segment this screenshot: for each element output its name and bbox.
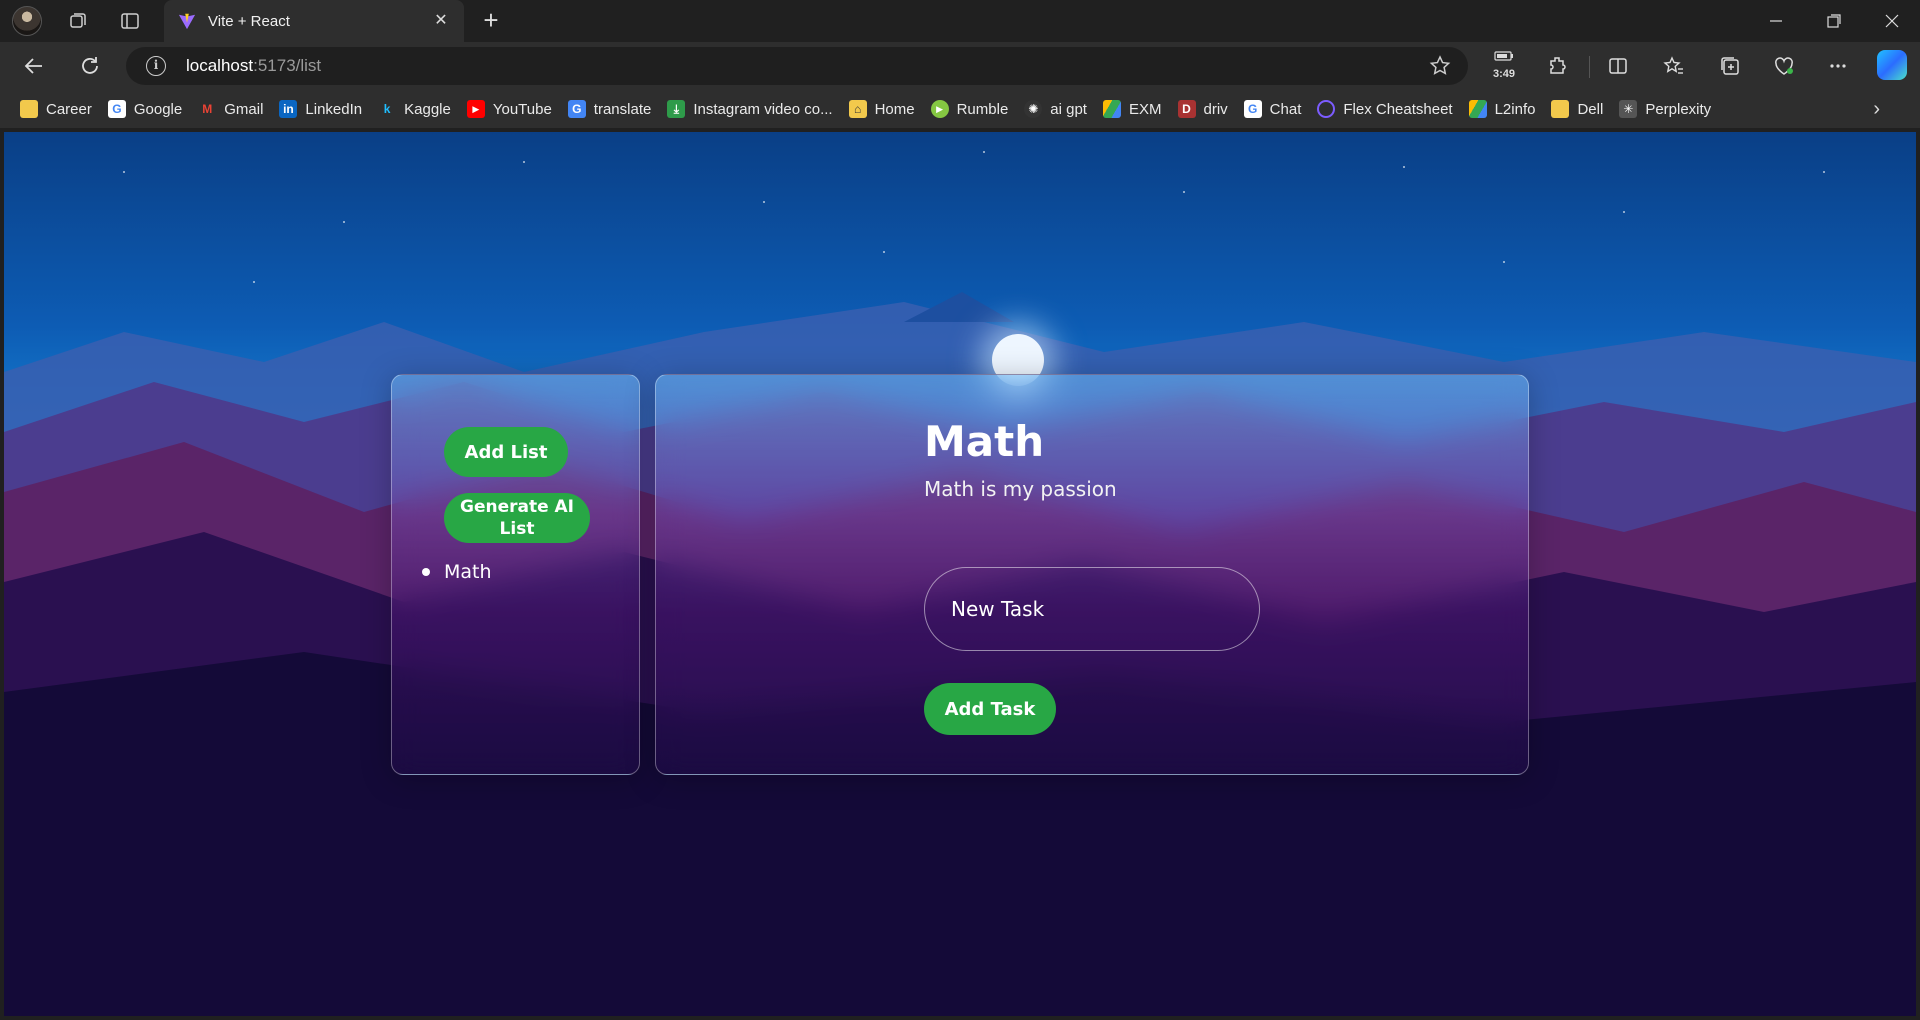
back-icon[interactable] — [20, 52, 48, 80]
google-icon: G — [107, 100, 126, 118]
list-description: Math is my passion — [924, 477, 1117, 501]
battery-time: 3:49 — [1492, 68, 1516, 80]
list-detail-panel: Math Math is my passion Add Task — [655, 374, 1529, 775]
close-window-icon[interactable] — [1864, 0, 1920, 42]
bookmark-career[interactable]: Career — [14, 95, 98, 123]
bookmark-rumble[interactable]: ▶ Rumble — [925, 95, 1015, 123]
list-item[interactable]: Math — [422, 561, 492, 583]
bookmark-l2info[interactable]: L2info — [1463, 95, 1542, 123]
lists-sidebar: Add List Generate AI List Math — [391, 374, 640, 775]
perplexity-icon: ✳ — [1619, 100, 1638, 118]
folder-icon — [1551, 100, 1570, 118]
youtube-icon: ▶ — [466, 100, 485, 118]
bookmark-exm[interactable]: EXM — [1097, 95, 1168, 123]
site-info-icon[interactable]: i — [146, 56, 166, 76]
vertical-tabs-icon[interactable] — [118, 9, 142, 33]
bookmark-perplexity[interactable]: ✳ Perplexity — [1613, 95, 1717, 123]
chevron-right-icon[interactable]: › — [1873, 98, 1880, 121]
battery-indicator[interactable]: 3:49 — [1488, 48, 1520, 84]
folder-icon — [20, 100, 38, 118]
kaggle-icon: k — [383, 102, 391, 116]
linkedin-icon: in — [279, 100, 298, 118]
refresh-icon[interactable] — [76, 52, 104, 80]
driv-icon: D — [1177, 100, 1196, 118]
instagram-downloader-icon: ⤓ — [667, 100, 686, 118]
bookmark-chat[interactable]: G Chat — [1238, 95, 1308, 123]
workspaces-icon[interactable] — [66, 9, 90, 33]
split-screen-icon[interactable] — [1604, 52, 1632, 80]
copilot-icon[interactable] — [1877, 50, 1907, 80]
flex-icon — [1317, 100, 1336, 118]
url-text[interactable]: localhost:5173/list — [186, 56, 321, 76]
bookmark-dell[interactable]: Dell — [1545, 95, 1609, 123]
bookmarks-bar: Career G Google M Gmail in LinkedIn k Kaggle… — [0, 90, 1920, 128]
bookmark-translate[interactable]: Gtranslate — [562, 95, 658, 123]
bookmark-linkedin[interactable]: in LinkedIn — [273, 95, 368, 123]
page-viewport: Add List Generate AI List Math Math Math… — [4, 132, 1916, 1016]
bookmark-flex-cheatsheet[interactable]: Flex Cheatsheet — [1311, 95, 1458, 123]
list-item-label: Math — [444, 561, 492, 583]
rumble-icon: ▶ — [930, 100, 949, 118]
bookmark-google[interactable]: G Google — [102, 95, 188, 123]
translate-icon: G — [567, 100, 586, 118]
drive-icon — [1468, 100, 1487, 118]
bullet — [422, 568, 430, 576]
more-menu-icon[interactable] — [1824, 52, 1852, 80]
address-bar[interactable]: i localhost:5173/list — [126, 47, 1468, 85]
vite-icon — [178, 13, 196, 30]
list-title: Math — [924, 417, 1045, 466]
tab-vite-react[interactable]: Vite + React ✕ — [164, 0, 464, 42]
bookmark-instagram-video[interactable]: ⤓ Instagram video co... — [661, 95, 838, 123]
bookmark-gmail[interactable]: M Gmail — [192, 95, 269, 123]
bookmark-driv[interactable]: Ddriv — [1172, 95, 1234, 123]
new-task-input[interactable] — [924, 567, 1260, 651]
bookmark-home[interactable]: ⌂ Home — [843, 95, 921, 123]
profile-avatar[interactable] — [12, 6, 42, 36]
favorite-star-icon[interactable] — [1428, 54, 1452, 78]
bookmark-kaggle[interactable]: k Kaggle — [372, 95, 457, 123]
browser-titlebar: Vite + React ✕ + — [0, 0, 1920, 42]
openai-icon: ✺ — [1024, 100, 1043, 118]
bookmark-ai-gpt[interactable]: ✺ ai gpt — [1018, 95, 1093, 123]
google-icon: G — [1243, 100, 1262, 118]
add-task-button[interactable]: Add Task — [924, 683, 1056, 735]
favorites-icon[interactable] — [1660, 52, 1688, 80]
add-list-button[interactable]: Add List — [444, 427, 568, 477]
generate-ai-list-button[interactable]: Generate AI List — [444, 493, 590, 543]
toolbar-divider — [1589, 56, 1590, 78]
browser-toolbar: i localhost:5173/list 3:49 — [0, 42, 1920, 90]
battery-icon — [1494, 51, 1513, 61]
home-icon: ⌂ — [848, 100, 867, 118]
new-tab-icon[interactable]: + — [478, 7, 504, 34]
drive-icon — [1102, 100, 1121, 118]
browser-essentials-icon[interactable] — [1770, 52, 1798, 80]
gmail-icon: M — [202, 102, 213, 116]
tab-title: Vite + React — [208, 12, 290, 30]
restore-icon[interactable] — [1806, 0, 1862, 42]
lists-list: Math — [422, 561, 492, 583]
close-tab-icon[interactable]: ✕ — [432, 12, 450, 30]
bookmark-youtube[interactable]: ▶ YouTube — [461, 95, 558, 123]
minimize-icon[interactable] — [1748, 0, 1804, 42]
extensions-icon[interactable] — [1544, 52, 1572, 80]
collections-icon[interactable] — [1716, 52, 1744, 80]
